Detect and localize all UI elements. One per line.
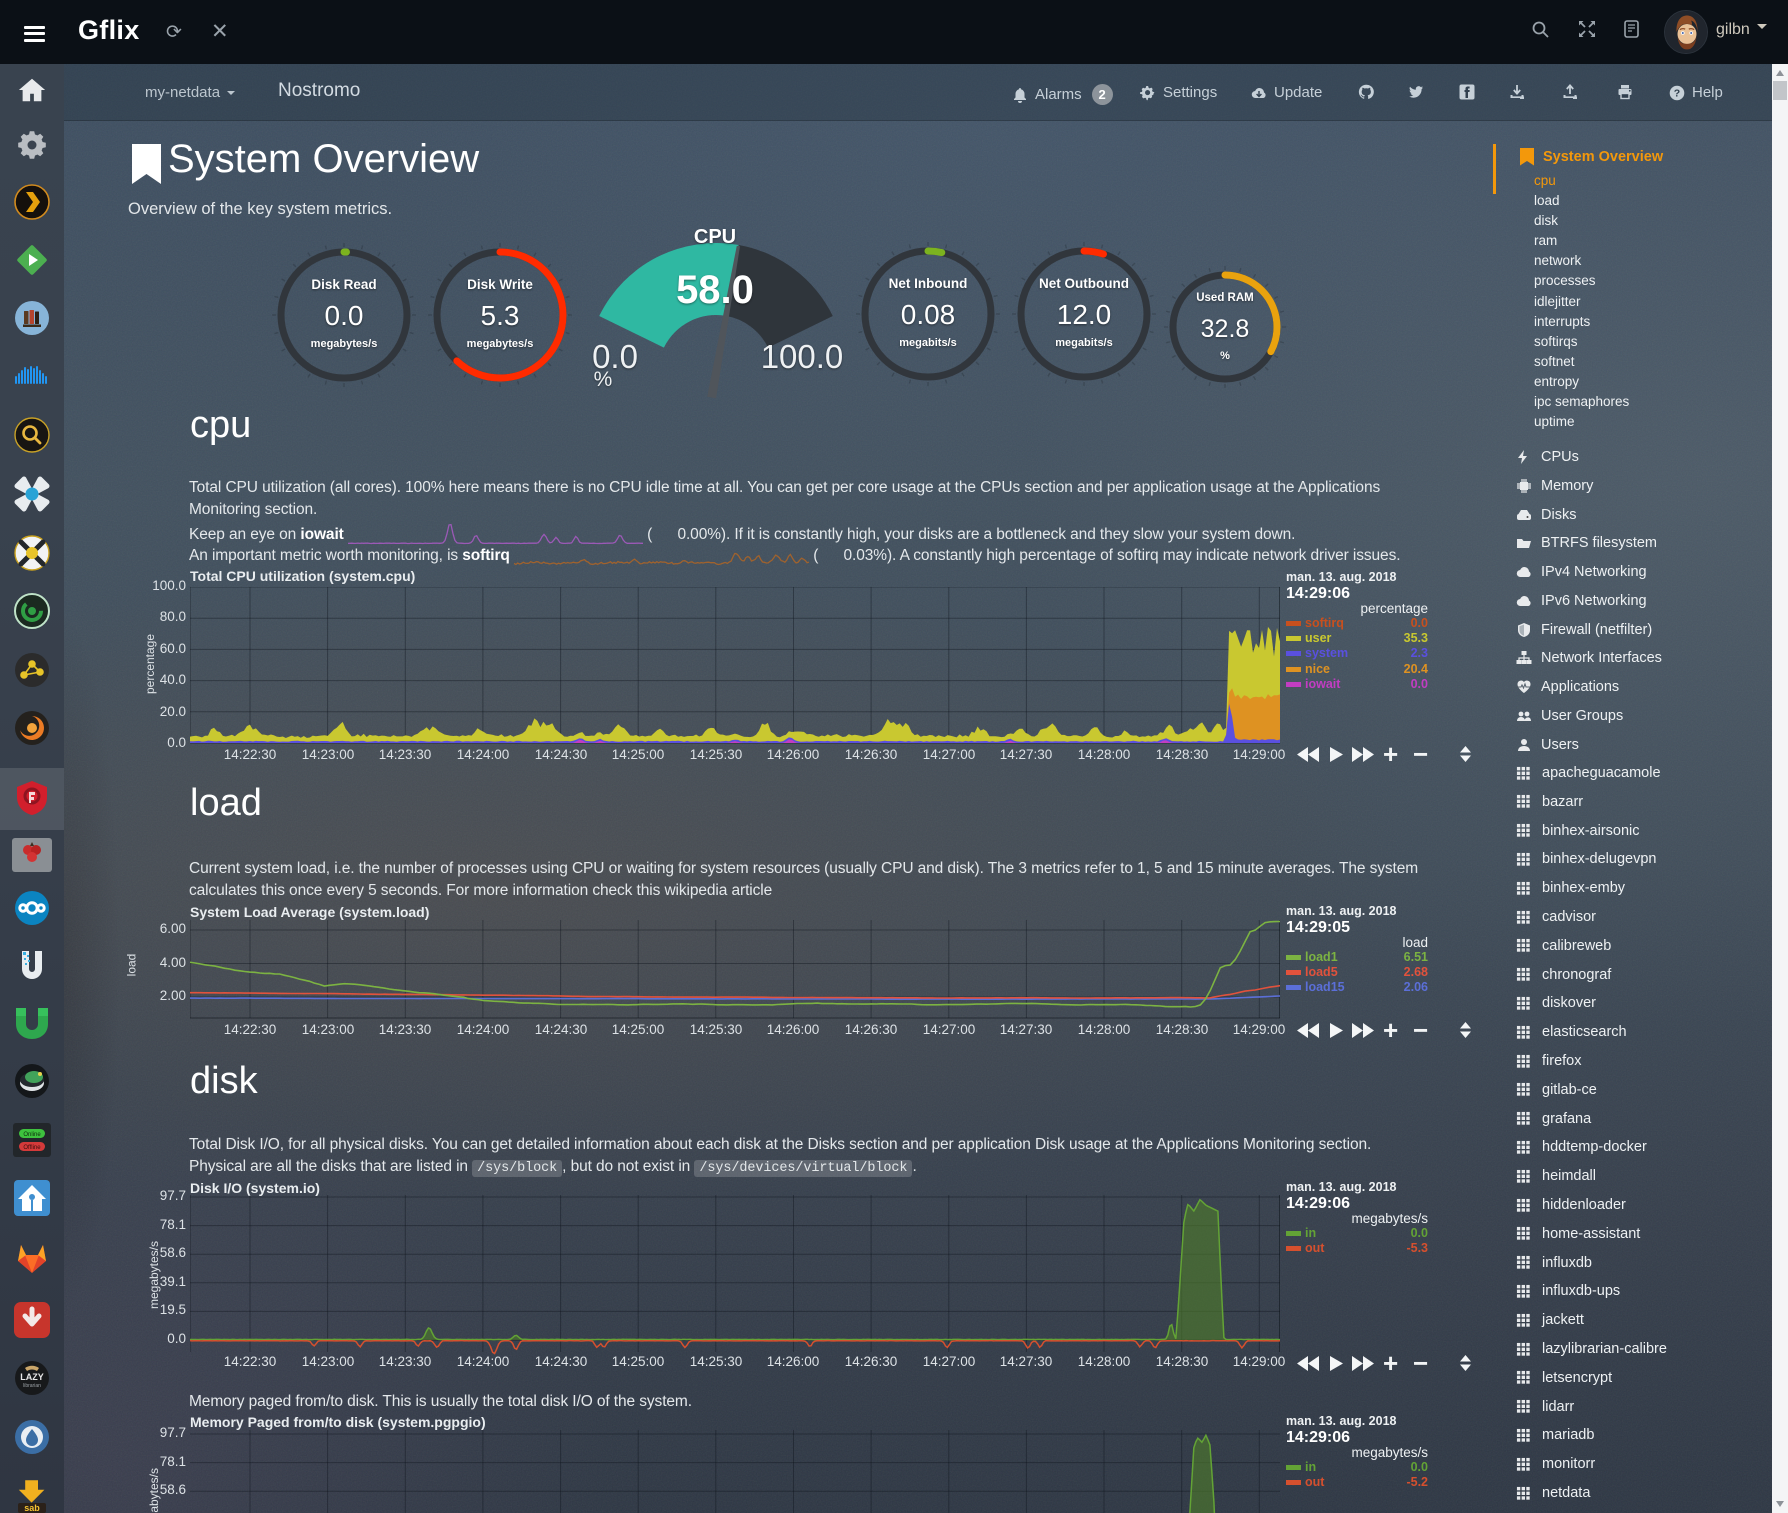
svg-text:librarian: librarian <box>23 1383 41 1389</box>
svg-text:megabytes/s: megabytes/s <box>311 338 378 350</box>
svg-text:Online: Online <box>23 1132 41 1138</box>
svg-text:Offline: Offline <box>23 1145 41 1151</box>
svg-text:32.8: 32.8 <box>1201 315 1250 343</box>
svg-text:12.0: 12.0 <box>1057 299 1112 330</box>
svg-text:LAZY: LAZY <box>20 1372 44 1382</box>
svg-text:sab: sab <box>24 1503 40 1513</box>
svg-text:megabits/s: megabits/s <box>899 337 956 349</box>
svg-text:5.3: 5.3 <box>481 300 520 331</box>
svg-text:Net Inbound: Net Inbound <box>889 276 968 291</box>
svg-text:megabytes/s: megabytes/s <box>467 338 534 350</box>
svg-text:Disk Read: Disk Read <box>311 277 376 292</box>
svg-text:Used RAM: Used RAM <box>1196 292 1254 304</box>
svg-text:?: ? <box>1674 87 1680 99</box>
svg-text:Net Outbound: Net Outbound <box>1039 276 1129 291</box>
svg-text:0.08: 0.08 <box>901 299 956 330</box>
svg-text:%: % <box>1220 350 1230 362</box>
svg-text:0.0: 0.0 <box>325 300 364 331</box>
svg-text:megabits/s: megabits/s <box>1055 337 1112 349</box>
svg-text:Disk Write: Disk Write <box>467 277 533 292</box>
